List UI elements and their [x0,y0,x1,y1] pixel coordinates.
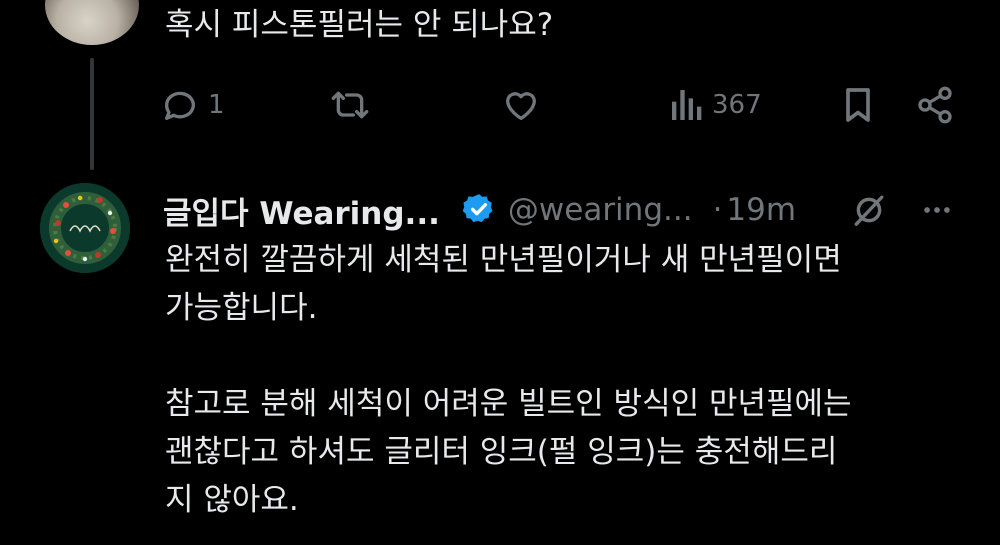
bookmark-button[interactable] [840,82,876,128]
retweet-button[interactable] [328,82,380,128]
more-icon[interactable] [917,193,957,231]
timestamp[interactable]: 19m [726,192,796,228]
views-button[interactable]: 367 [670,82,762,128]
verified-badge-icon[interactable] [462,192,496,230]
share-icon [915,85,955,125]
previous-tweet-actions: 1 367 [160,82,960,128]
heart-icon [500,85,542,125]
reply-line: 참고로 분해 세척이 어려운 빌트인 방식인 만년필에는 [165,386,852,422]
reply-line: 괜찮다고 하셔도 글리터 잉크(펄 잉크)는 충전해드리 [165,434,838,470]
avatar-reply-author[interactable] [40,183,130,273]
like-button[interactable] [500,82,550,128]
avatar-previous-author[interactable] [45,0,139,45]
reply-tweet-text: 완전히 깔끔하게 세척된 만년필이거나 새 만년필이면 가능합니다. 참고로 분… [165,236,965,524]
author-handle[interactable]: @wearing... [508,192,693,228]
share-button[interactable] [915,82,955,128]
reply-button[interactable]: 1 [160,82,225,128]
reply-line: 가능합니다. [165,290,318,326]
separator-dot: · [712,192,723,228]
reply-header: 글입다 Wearing... @wearing... · 19m [163,185,963,235]
retweet-icon [328,85,372,125]
reply-line: 완전히 깔끔하게 세척된 만년필이거나 새 만년필이면 [165,242,842,278]
grok-icon[interactable] [849,193,889,231]
reply-count: 1 [208,90,225,120]
thread-connector-line [90,58,94,170]
views-icon [670,85,704,125]
reply-line: 지 않아요. [165,482,299,518]
wreath-logo-icon [40,183,130,273]
previous-tweet-text: 혹시 피스톤필러는 안 되나요? [165,7,554,43]
views-count: 367 [712,90,762,120]
reply-icon [160,85,200,125]
bookmark-icon [840,85,876,125]
author-name[interactable]: 글입다 Wearing... [163,188,440,233]
